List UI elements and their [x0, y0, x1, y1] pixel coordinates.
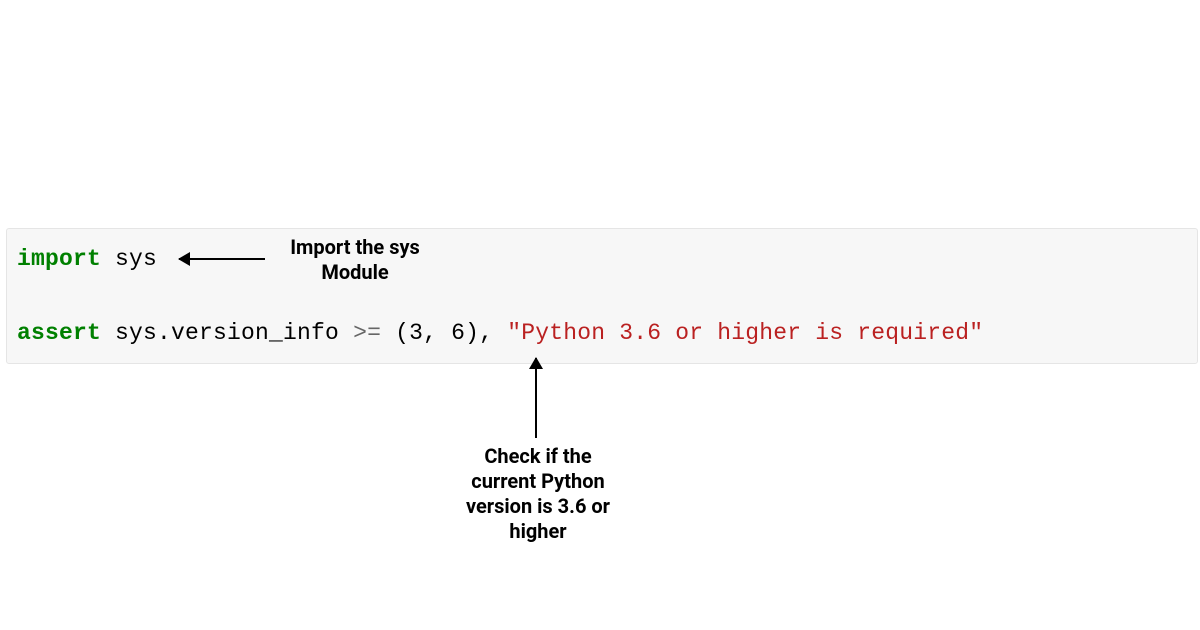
num-3: 3: [409, 320, 423, 346]
annotation-check-line3: version is 3.6 or: [448, 494, 628, 519]
annotation-check-line2: current Python: [448, 469, 628, 494]
annotation-check: Check if the current Python version is 3…: [448, 444, 628, 544]
code-line-2: assert sys.version_info >= (3, 6), "Pyth…: [17, 317, 1187, 349]
annotation-import-line2: Module: [270, 260, 440, 285]
operator-gte: >=: [353, 320, 381, 346]
rparen: ): [465, 320, 479, 346]
annotation-import: Import the sys Module: [270, 235, 440, 285]
space: [381, 320, 395, 346]
num-6: 6: [451, 320, 465, 346]
comma-1: ,: [423, 320, 451, 346]
keyword-import: import: [17, 246, 101, 272]
expr: sys.version_info: [101, 320, 353, 346]
lparen: (: [395, 320, 409, 346]
arrow-left-icon: [179, 258, 265, 260]
annotation-check-line1: Check if the: [448, 444, 628, 469]
arrow-up-icon: [535, 358, 537, 438]
string-msg: "Python 3.6 or higher is required": [507, 320, 983, 346]
keyword-assert: assert: [17, 320, 101, 346]
annotation-import-line1: Import the sys: [270, 235, 440, 260]
annotation-check-line4: higher: [448, 519, 628, 544]
comma-2: ,: [479, 320, 507, 346]
module-sys: sys: [101, 246, 157, 272]
code-block: import sys assert sys.version_info >= (3…: [6, 228, 1198, 364]
